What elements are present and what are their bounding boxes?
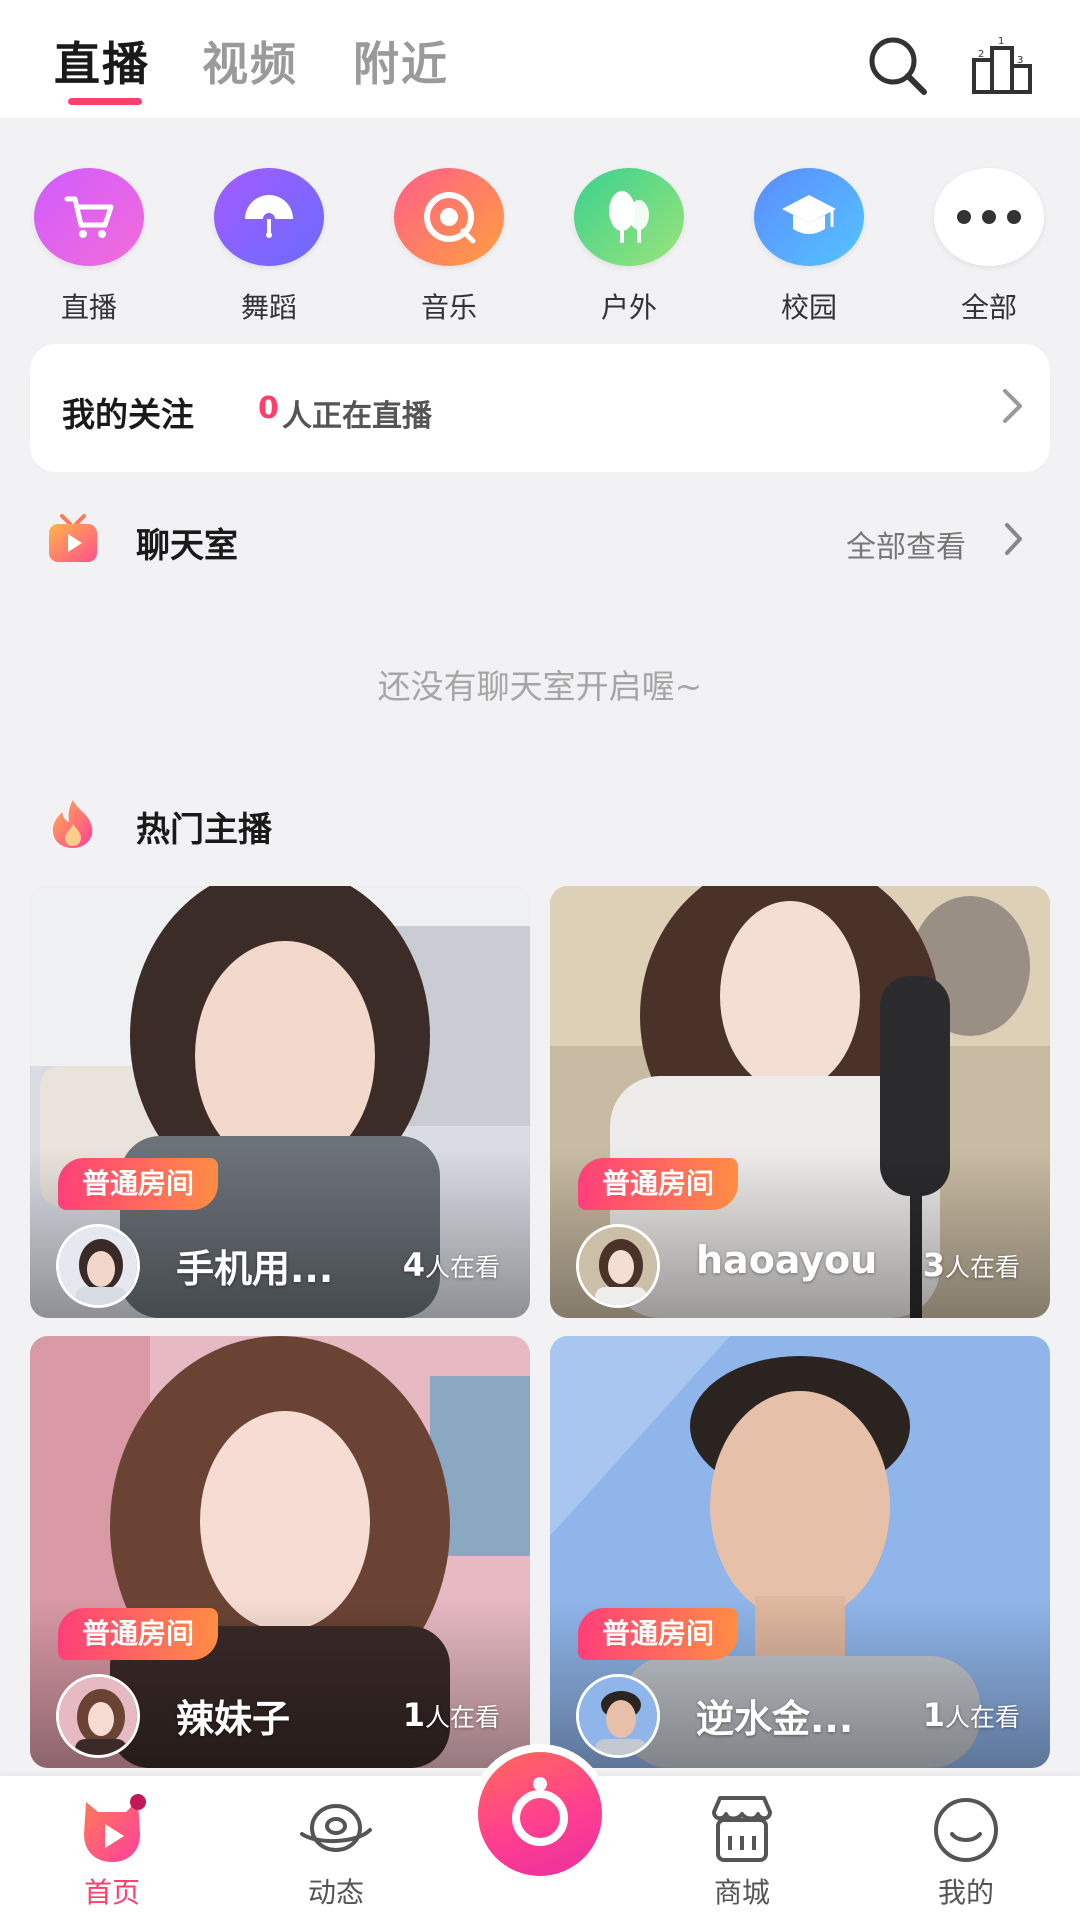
vinyl-icon [424, 192, 476, 244]
viewer-label: 人在看 [944, 1253, 1020, 1282]
chat-room-empty-text: 还没有聊天室开启喔~ [377, 667, 703, 706]
follow-live-count: 0 [258, 391, 279, 426]
anchor-name: 逆水金... [696, 1697, 854, 1741]
ranking-icon[interactable]: 2 1 3 [968, 30, 1038, 100]
smile-face-icon [934, 1798, 998, 1862]
nav-shop[interactable]: 商城 [652, 1776, 832, 1920]
cart-icon [64, 196, 114, 238]
viewer-count: 4人在看 [403, 1246, 500, 1284]
category-label: 舞蹈 [240, 291, 297, 324]
see-all-link[interactable]: 全部查看 [846, 522, 966, 566]
viewer-label: 人在看 [944, 1703, 1020, 1732]
anchor-card[interactable]: 普通房间 逆水金... 1人在看 [550, 1336, 1050, 1768]
start-live-button[interactable] [470, 1744, 610, 1884]
category-label: 直播 [60, 291, 117, 324]
viewer-number: 1 [402, 1696, 425, 1734]
nav-feed[interactable]: 动态 [246, 1776, 426, 1920]
camera-lens-icon [512, 1777, 568, 1846]
category-all[interactable]: 全部 [929, 168, 1049, 326]
follow-title: 我的关注 [62, 395, 194, 434]
chat-room-title: 聊天室 [136, 526, 238, 566]
svg-text:1: 1 [998, 36, 1004, 47]
chevron-right-icon[interactable] [1002, 520, 1026, 558]
tab-live[interactable]: 直播 [54, 28, 150, 94]
tv-icon [49, 514, 97, 562]
hot-anchors-title: 热门主播 [136, 810, 272, 850]
room-type-badge: 普通房间 [58, 1158, 219, 1210]
viewer-count: 3人在看 [923, 1246, 1020, 1284]
nav-label: 首页 [83, 1876, 140, 1909]
viewer-number: 1 [922, 1696, 945, 1734]
category-circle [754, 168, 864, 266]
anchor-name: haoayou [696, 1238, 878, 1282]
fan-icon [245, 195, 293, 238]
viewer-count: 1人在看 [403, 1696, 500, 1734]
category-label: 户外 [600, 291, 657, 324]
avatar [576, 1674, 660, 1758]
room-type-badge: 普通房间 [578, 1608, 739, 1660]
viewer-label: 人在看 [424, 1253, 500, 1282]
avatar [56, 1224, 140, 1308]
anchor-card[interactable]: 普通房间 haoayou 3人在看 [550, 886, 1050, 1318]
tree-icon [609, 191, 649, 243]
category-label: 音乐 [420, 291, 477, 324]
store-icon [712, 1796, 772, 1862]
nav-mine[interactable]: 我的 [876, 1776, 1056, 1920]
anchor-name: 手机用... [176, 1247, 334, 1291]
viewer-label: 人在看 [424, 1703, 500, 1732]
room-type-badge: 普通房间 [578, 1158, 739, 1210]
chevron-right-icon [1003, 389, 1022, 423]
tab-nearby[interactable]: 附近 [353, 28, 449, 94]
planet-eye-icon [300, 1804, 372, 1852]
search-icon[interactable] [862, 30, 932, 100]
category-circle [394, 168, 504, 266]
category-label: 全部 [960, 291, 1017, 324]
category-circle [574, 168, 684, 266]
category-live[interactable]: 直播 [29, 168, 149, 326]
category-label: 校园 [780, 291, 837, 324]
my-follow-card[interactable]: 我的关注 0 人正在直播 [30, 344, 1050, 472]
nav-home[interactable]: 首页 [22, 1776, 202, 1920]
graduation-cap-icon [782, 195, 836, 234]
follow-live-text: 人正在直播 [282, 399, 432, 434]
svg-text:2: 2 [978, 49, 984, 60]
active-tab-indicator [68, 98, 142, 105]
tab-video[interactable]: 视频 [202, 28, 298, 94]
nav-label: 商城 [713, 1876, 770, 1909]
category-circle [214, 168, 324, 266]
category-circle [934, 168, 1044, 266]
room-type-badge: 普通房间 [58, 1608, 219, 1660]
category-music[interactable]: 音乐 [389, 168, 509, 326]
avatar [576, 1224, 660, 1308]
category-dance[interactable]: 舞蹈 [209, 168, 329, 326]
top-bar: 直播 视频 附近 2 1 3 [0, 0, 1080, 118]
category-outdoor[interactable]: 户外 [569, 168, 689, 326]
start-live-button-inner [478, 1752, 602, 1876]
more-dots-icon [957, 210, 1021, 224]
viewer-count: 1人在看 [923, 1696, 1020, 1734]
anchor-card[interactable]: 普通房间 辣妹子 1人在看 [30, 1336, 530, 1768]
viewer-number: 3 [922, 1246, 945, 1284]
nav-label: 我的 [937, 1876, 994, 1909]
viewer-number: 4 [402, 1246, 425, 1284]
avatar [56, 1674, 140, 1758]
nav-label: 动态 [307, 1876, 364, 1909]
flame-icon [52, 800, 93, 848]
anchor-card[interactable]: 普通房间 手机用... 4人在看 [30, 886, 530, 1318]
home-play-icon [84, 1794, 146, 1862]
anchor-name: 辣妹子 [176, 1697, 291, 1741]
category-campus[interactable]: 校园 [749, 168, 869, 326]
category-circle [34, 168, 144, 266]
svg-text:3: 3 [1017, 55, 1023, 66]
